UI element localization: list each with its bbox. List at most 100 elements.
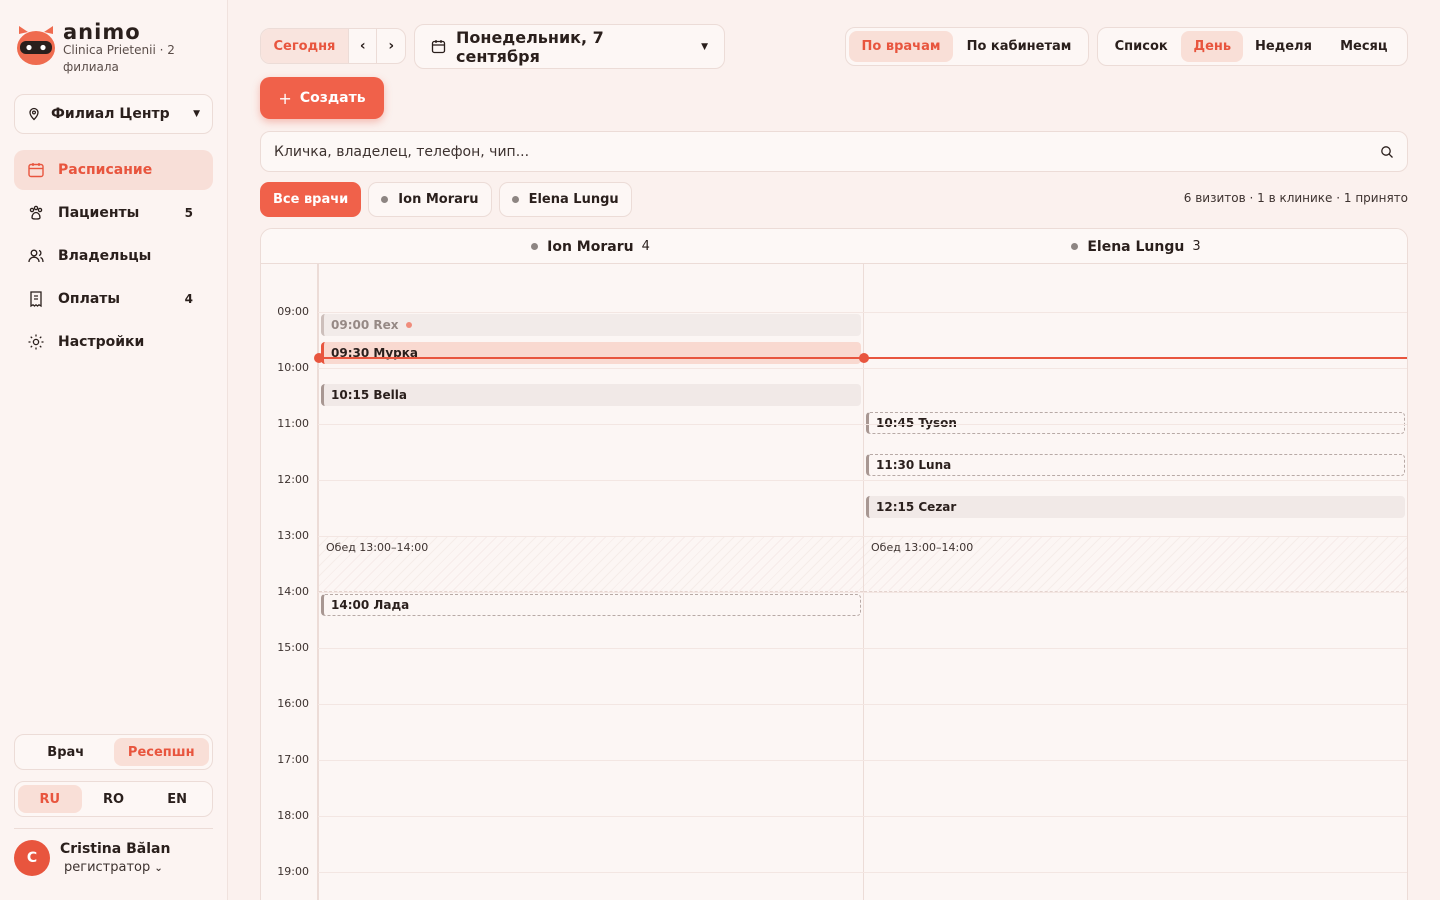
time-axis: 08:0009:0010:0011:0012:0013:0014:0015:00…	[261, 264, 318, 900]
hour-gridline	[318, 480, 1407, 481]
sidebar-item-label: Владельцы	[58, 248, 152, 264]
sidebar-item-label: Оплаты	[58, 291, 121, 307]
search-icon[interactable]	[1380, 145, 1394, 159]
appointment-card[interactable]: 10:45 Tyson	[866, 412, 1405, 434]
appointment-label: 09:00 Rex	[331, 318, 399, 332]
status-dot	[381, 196, 389, 203]
appointment-count: 4	[641, 239, 650, 254]
appointment-card[interactable]: 11:30 Luna	[866, 454, 1405, 476]
hour-gridline	[318, 760, 1407, 761]
time-label: 14:00	[277, 585, 309, 598]
doctor-filters: Все врачи Ion Moraru Elena Lungu	[260, 182, 639, 217]
brand-subtitle: Clinica Prietenii · 2 филиала	[63, 43, 175, 74]
view-list-option[interactable]: Список	[1101, 31, 1181, 62]
appointment-card[interactable]: 14:00 Лада	[321, 594, 861, 616]
appointment-card[interactable]: 09:00 Rex	[321, 314, 861, 336]
group-by-toggle: По врачам По кабинетам	[845, 27, 1089, 66]
lunch-break-block: Обед 13:00–14:00	[319, 536, 863, 592]
calendar-header: Ion Moraru 4 Elena Lungu 3	[261, 229, 1407, 264]
view-week-option[interactable]: Неделя	[1243, 31, 1323, 62]
users-icon	[26, 246, 46, 266]
chevron-down-icon: ▼	[193, 109, 200, 119]
sidebar-item-settings[interactable]: Настройки	[14, 322, 213, 362]
role-reception-option[interactable]: Ресепшн	[113, 738, 209, 766]
date-label: Понедельник, 7 сентября	[456, 27, 604, 66]
role-toggle: Врач Ресепшн	[14, 734, 213, 770]
group-by-rooms-option[interactable]: По кабинетам	[953, 31, 1085, 62]
payments-count-badge: 4	[184, 292, 193, 306]
paw-icon	[26, 203, 46, 223]
appointment-card[interactable]: 12:15 Cezar	[866, 496, 1405, 518]
doctor-name: Elena Lungu	[1087, 238, 1185, 255]
current-time-marker	[314, 352, 324, 363]
group-by-doctors-option[interactable]: По врачам	[849, 31, 953, 62]
filter-all-doctors[interactable]: Все врачи	[260, 182, 362, 217]
hour-gridline	[318, 592, 1407, 593]
status-dot	[531, 243, 539, 250]
status-dot	[405, 322, 412, 328]
view-month-option[interactable]: Месяц	[1324, 31, 1404, 62]
receipt-icon	[26, 289, 46, 309]
sidebar-item-label: Расписание	[58, 162, 153, 178]
branch-select[interactable]: Филиал Центр ▼	[14, 94, 213, 134]
sidebar-item-owners[interactable]: Владельцы	[14, 236, 213, 276]
user-role: регистратор ⌄	[64, 860, 163, 875]
filter-doctor-ion-moraru[interactable]: Ion Moraru	[368, 182, 492, 217]
doctor-name: Ion Moraru	[547, 238, 634, 255]
user-menu[interactable]: C Cristina Bălan регистратор ⌄	[14, 840, 170, 876]
time-label: 16:00	[277, 697, 309, 710]
lang-en-option[interactable]: EN	[145, 785, 209, 813]
create-appointment-button[interactable]: + Создать	[260, 77, 384, 119]
column-header-ion-moraru[interactable]: Ion Moraru 4	[318, 229, 863, 264]
appointment-label: 14:00 Лада	[331, 598, 410, 612]
today-button[interactable]: Сегодня	[261, 29, 348, 63]
sidebar: animo Clinica Prietenii · 2 филиала Фили…	[0, 0, 228, 900]
plus-icon: +	[278, 88, 292, 108]
time-label: 19:00	[277, 865, 309, 878]
search-placeholder: Кличка, владелец, телефон, чип...	[274, 143, 530, 160]
lang-ro-option[interactable]: RO	[82, 785, 146, 813]
calendar-icon	[26, 160, 46, 180]
role-doctor-option[interactable]: Врач	[18, 738, 114, 766]
appointment-card[interactable]: 10:15 Bella	[321, 384, 861, 406]
appointment-label: 12:15 Cezar	[876, 500, 957, 514]
sidebar-item-label: Настройки	[58, 334, 145, 350]
date-picker[interactable]: Понедельник, 7 сентября ▼	[414, 24, 725, 69]
hour-gridline	[318, 816, 1407, 817]
time-label: 18:00	[277, 809, 309, 822]
sidebar-item-patients[interactable]: Пациенты 5	[14, 193, 213, 233]
sidebar-item-schedule[interactable]: Расписание	[14, 150, 213, 190]
next-day-button[interactable]: ›	[376, 29, 405, 63]
hour-gridline	[318, 872, 1407, 873]
branch-label: Филиал Центр	[51, 106, 170, 122]
filter-doctor-elena-lungu[interactable]: Elena Lungu	[498, 182, 632, 217]
status-dot	[511, 196, 519, 203]
search-input[interactable]: Кличка, владелец, телефон, чип...	[260, 131, 1408, 172]
hour-gridline	[318, 424, 1407, 425]
hour-gridline	[318, 312, 1407, 313]
calendar-grid[interactable]: 08:0009:0010:0011:0012:0013:0014:0015:00…	[261, 264, 1407, 900]
user-name: Cristina Bălan	[60, 841, 171, 857]
sidebar-nav: Расписание Пациенты 5 Владельцы Оплаты 4	[14, 150, 213, 365]
appointment-card[interactable]: 09:30 Мурка	[321, 342, 861, 364]
time-label: 09:00	[277, 305, 309, 318]
prev-day-button[interactable]: ‹	[347, 29, 377, 63]
time-label: 12:00	[277, 473, 309, 486]
lunch-break-block: Обед 13:00–14:00	[864, 536, 1407, 592]
lang-ru-option[interactable]: RU	[18, 785, 82, 813]
gear-icon	[26, 332, 46, 352]
view-day-option[interactable]: День	[1181, 31, 1244, 62]
location-pin-icon	[27, 107, 41, 121]
time-label: 11:00	[277, 417, 309, 430]
day-calendar: Ion Moraru 4 Elena Lungu 3 08:0009:0010:…	[260, 228, 1408, 900]
column-header-elena-lungu[interactable]: Elena Lungu 3	[863, 229, 1407, 264]
appointment-label: 10:45 Tyson	[876, 416, 957, 430]
chevron-down-icon: ▼	[701, 41, 708, 52]
time-label: 13:00	[277, 529, 309, 542]
sidebar-item-label: Пациенты	[58, 205, 140, 221]
hour-gridline	[318, 536, 1407, 537]
create-label: Создать	[299, 90, 366, 106]
visit-stats: 6 визитов · 1 в клинике · 1 принято	[1183, 191, 1408, 205]
sidebar-item-payments[interactable]: Оплаты 4	[14, 279, 213, 319]
brand[interactable]: animo Clinica Prietenii · 2 филиала	[16, 22, 193, 76]
